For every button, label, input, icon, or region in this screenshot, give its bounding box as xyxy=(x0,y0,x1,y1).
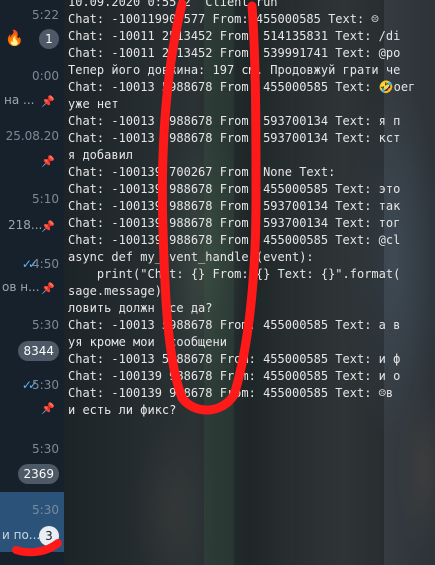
red-annotation-underline xyxy=(12,539,62,557)
red-annotation xyxy=(12,0,261,557)
red-annotation-loop xyxy=(157,0,261,415)
